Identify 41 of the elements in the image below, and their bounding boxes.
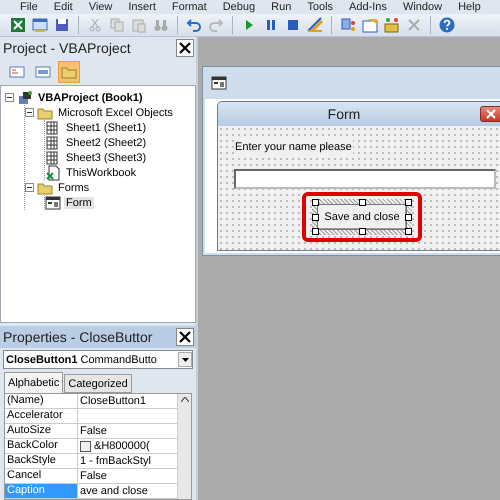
tree-item[interactable]: Form: [64, 196, 94, 208]
property-name[interactable]: BackStyle: [5, 454, 78, 468]
object-type: CommandButto: [80, 354, 157, 366]
tree-item[interactable]: Forms: [56, 182, 92, 194]
property-name[interactable]: (Name): [5, 394, 78, 408]
property-name[interactable]: Cancel: [5, 469, 78, 483]
menu-item[interactable]: File: [12, 0, 46, 14]
menu-item[interactable]: Insert: [120, 0, 164, 14]
menu-item[interactable]: Tools: [299, 0, 342, 14]
property-value[interactable]: &H800000(: [94, 440, 150, 452]
save-and-close-button[interactable]: Save and close: [317, 204, 407, 230]
menu-item[interactable]: Window: [394, 0, 450, 14]
form-label: Enter your name please: [234, 140, 353, 154]
menu-item[interactable]: Debug: [214, 0, 264, 14]
form-title: Form: [326, 106, 362, 122]
tree-item[interactable]: Microsoft Excel Objects: [56, 106, 175, 118]
pane-title: Properties - CloseButtor: [3, 329, 152, 345]
tree-item[interactable]: Sheet1 (Sheet1): [64, 122, 148, 134]
property-value[interactable]: False: [80, 425, 107, 437]
property-name[interactable]: AutoSize: [5, 424, 78, 438]
object-dropdown[interactable]: CloseButton1 CommandButto: [3, 350, 193, 369]
property-value[interactable]: ave and close: [80, 485, 148, 497]
object-name: CloseButton1: [6, 354, 78, 366]
menu-item[interactable]: Help: [450, 0, 489, 14]
property-value[interactable]: 1 - fmBackStyl: [80, 455, 151, 467]
property-name[interactable]: BackColor: [5, 439, 78, 453]
tab[interactable]: Categorized: [64, 374, 132, 393]
menu-item[interactable]: View: [80, 0, 120, 14]
property-value[interactable]: CloseButton1: [80, 395, 146, 407]
tree-item[interactable]: Sheet2 (Sheet2): [64, 136, 148, 148]
menu-item[interactable]: Add-Ins: [341, 0, 395, 14]
pane-title: Project - VBAProject: [3, 40, 131, 56]
menu-item[interactable]: Format: [164, 0, 215, 14]
tab[interactable]: Alphabetic: [4, 372, 64, 393]
tree-item[interactable]: Sheet3 (Sheet3): [64, 152, 148, 164]
property-name[interactable]: Accelerator: [5, 409, 78, 423]
tree-item[interactable]: VBAProject (Book1): [36, 92, 145, 104]
menu-item[interactable]: Run: [263, 0, 300, 14]
tree-item[interactable]: ThisWorkbook: [64, 166, 138, 178]
menu-item[interactable]: Edit: [46, 0, 81, 14]
property-value[interactable]: False: [80, 470, 107, 482]
